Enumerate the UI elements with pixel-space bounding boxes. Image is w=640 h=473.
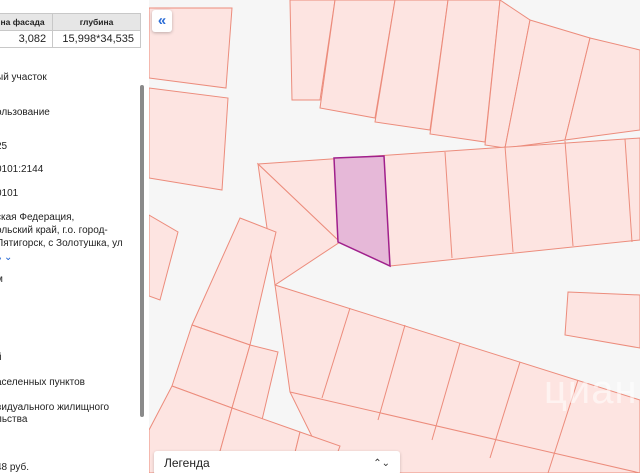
parcel (564, 291, 640, 349)
info-row: льства (0, 414, 28, 425)
table-cell-depth: 15,998*34,535 (52, 30, 141, 48)
collapse-panel-button[interactable]: « (152, 10, 172, 32)
table-cell-facade: 3,082 (0, 30, 54, 48)
info-row: м (0, 274, 3, 286)
selected-parcel (333, 155, 391, 268)
info-row: 25 (0, 141, 8, 152)
parcel (149, 214, 179, 301)
table-header-facade: на фасада (0, 13, 54, 31)
info-row: 0101 (0, 188, 19, 199)
watermark-logo: циан (544, 368, 638, 412)
info-row: видуального жилищного (0, 402, 110, 413)
chevron-updown-icon: ⌃⌄ (373, 457, 390, 469)
address-line: ская Федерация, (0, 212, 75, 223)
double-chevron-left-icon: « (157, 12, 167, 29)
panel-scrollbar[interactable] (140, 85, 144, 417)
cadastral-map[interactable]: циан (149, 0, 640, 473)
parcel (191, 217, 277, 346)
info-row: ый участок (0, 72, 47, 83)
dimensions-table: на фасада глубина 3,082 15,998*34,535 (0, 13, 141, 48)
address-line: ольский край, г.о. город- (0, 225, 108, 236)
info-row: й (0, 352, 2, 364)
price-row: 48 руб. (0, 462, 29, 473)
legend-dropdown[interactable]: Легенда ⌃⌄ (154, 451, 400, 473)
expand-link[interactable]: ь ⌄ (0, 252, 12, 264)
info-panel: на фасада глубина 3,082 15,998*34,535 ый… (0, 0, 149, 473)
info-row: аселенных пунктов (0, 377, 85, 388)
legend-label: Легенда (164, 456, 210, 470)
parcel (149, 87, 229, 191)
address-line: Пятигорск, с Золотушка, ул (0, 238, 123, 249)
info-row: ользование (0, 107, 50, 118)
info-row: 0101:2144 (0, 164, 44, 175)
table-header-depth: глубина (52, 13, 141, 31)
